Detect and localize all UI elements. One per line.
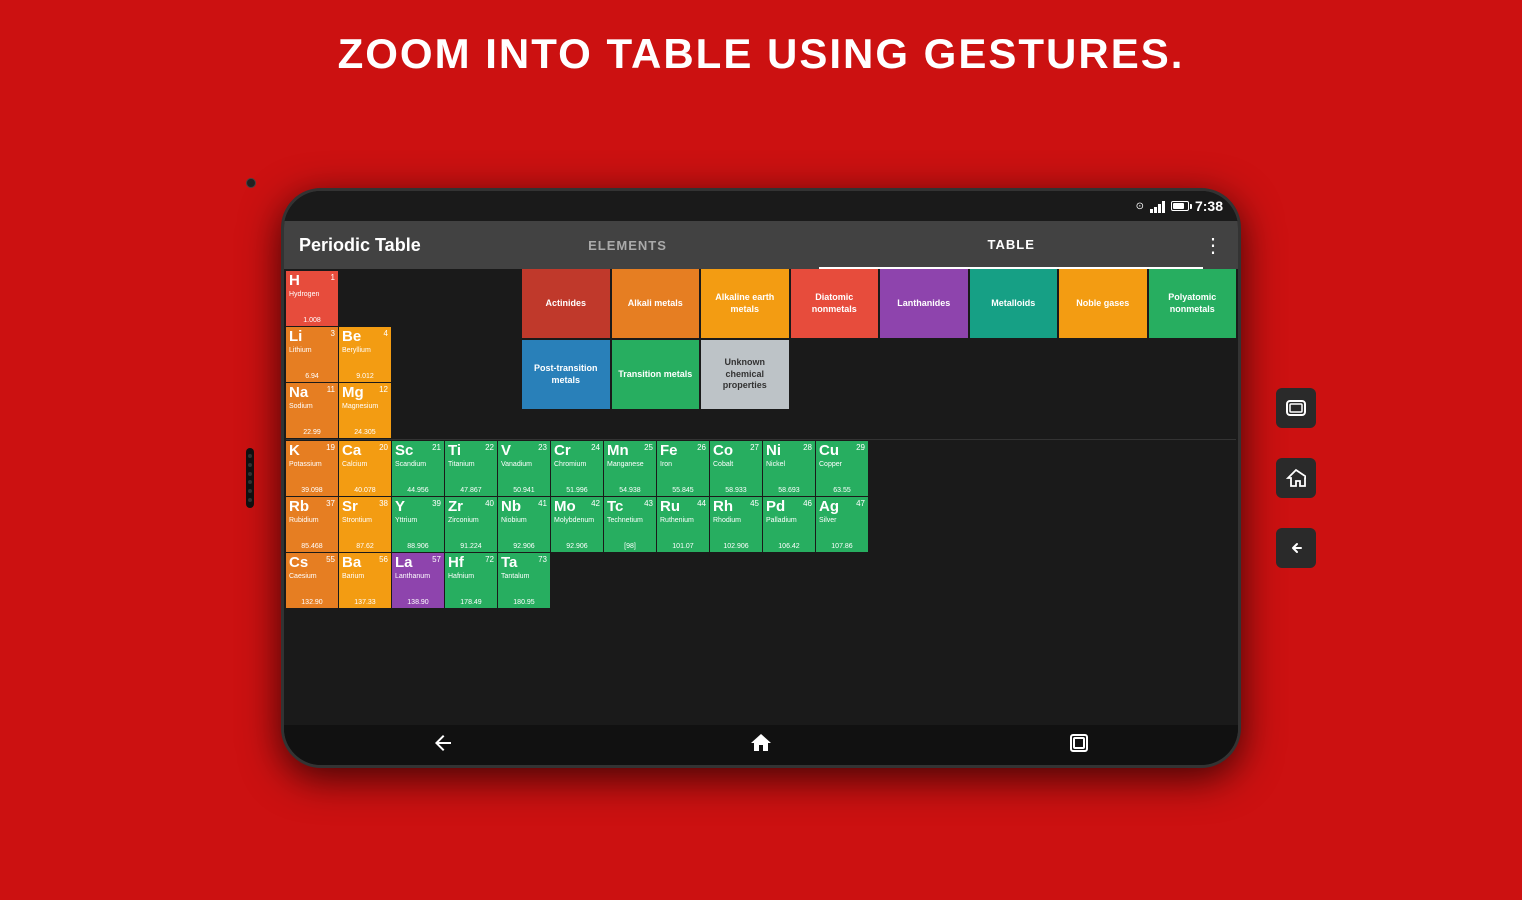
legend-diatomic[interactable]: Diatomic nonmetals — [791, 269, 879, 338]
status-icons: ⊙ 7:38 — [1136, 198, 1223, 214]
tab-elements[interactable]: ELEMENTS — [436, 221, 820, 269]
legend-alkali-metals[interactable]: Alkali metals — [612, 269, 700, 338]
element-Y[interactable]: Y 39 Yttrium 88.906 — [392, 497, 444, 552]
legend-transition[interactable]: Transition metals — [612, 340, 700, 409]
home-side-button[interactable] — [1276, 458, 1316, 498]
element-Li[interactable]: Li 3 Lithium 6.94 — [286, 327, 338, 382]
phone-wrapper: ⊙ 7:38 Periodic Table ELEMENTS — [261, 98, 1261, 858]
element-Cs[interactable]: Cs 55 Caesium 132.90 — [286, 553, 338, 608]
element-Ni[interactable]: Ni 28 Nickel 58.693 — [763, 441, 815, 496]
tab-table[interactable]: TABLE — [819, 221, 1203, 269]
element-Rh[interactable]: Rh 45 Rhodium 102.906 — [710, 497, 762, 552]
tab-bar: ELEMENTS TABLE — [436, 221, 1203, 269]
legend-actinides[interactable]: Actinides — [522, 269, 610, 338]
recents-side-button[interactable] — [1276, 388, 1316, 428]
element-K[interactable]: K 19 Potassium 39.098 — [286, 441, 338, 496]
element-La[interactable]: La 57 Lanthanum 138.90 — [392, 553, 444, 608]
element-Ca[interactable]: Ca 20 Calcium 40.078 — [339, 441, 391, 496]
back-side-button[interactable] — [1276, 528, 1316, 568]
signal-icon — [1150, 199, 1165, 213]
element-row-4: K 19 Potassium 39.098 Ca 20 Calcium 40.0… — [286, 441, 1236, 496]
legend-polyatomic[interactable]: Polyatomic nonmetals — [1149, 269, 1237, 338]
element-Pd[interactable]: Pd 46 Palladium 106.42 — [763, 497, 815, 552]
element-Fe[interactable]: Fe 26 Iron 55.845 — [657, 441, 709, 496]
phone-side-nav — [1276, 388, 1316, 568]
legend-noble-gases[interactable]: Noble gases — [1059, 269, 1147, 338]
battery-icon — [1171, 201, 1189, 211]
element-Sc[interactable]: Sc 21 Scandium 44.956 — [392, 441, 444, 496]
legend-grid: Actinides Alkali metals Alkaline earth m… — [522, 269, 1236, 409]
menu-button[interactable]: ⋮ — [1203, 233, 1223, 258]
element-Ti[interactable]: Ti 22 Titanium 47.867 — [445, 441, 497, 496]
app-title: Periodic Table — [299, 235, 421, 256]
periodic-table-container: Actinides Alkali metals Alkaline earth m… — [284, 269, 1238, 759]
element-V[interactable]: V 23 Vanadium 50.941 — [498, 441, 550, 496]
status-bar: ⊙ 7:38 — [284, 191, 1238, 221]
power-button[interactable] — [1238, 321, 1241, 381]
element-Mo[interactable]: Mo 42 Molybdenum 92.906 — [551, 497, 603, 552]
element-Ru[interactable]: Ru 44 Ruthenium 101.07 — [657, 497, 709, 552]
element-Co[interactable]: Co 27 Cobalt 58.933 — [710, 441, 762, 496]
legend-empty — [791, 340, 879, 409]
page-title: ZOOM INTO TABLE USING GESTURES. — [338, 30, 1185, 78]
element-Mg[interactable]: Mg 12 Magnesium 24.305 — [339, 383, 391, 438]
status-time: 7:38 — [1195, 198, 1223, 214]
app-bar: Periodic Table ELEMENTS TABLE ⋮ — [284, 221, 1238, 269]
legend-metalloids[interactable]: Metalloids — [970, 269, 1058, 338]
element-Rb[interactable]: Rb 37 Rubidium 85.468 — [286, 497, 338, 552]
element-row-5: Rb 37 Rubidium 85.468 Sr 38 Strontium 87… — [286, 497, 1236, 552]
element-row-6: Cs 55 Caesium 132.90 Ba 56 Barium 137.33… — [286, 553, 1236, 608]
element-Ag[interactable]: Ag 47 Silver 107.86 — [816, 497, 868, 552]
recents-button[interactable] — [1067, 731, 1091, 760]
element-Cr[interactable]: Cr 24 Chromium 51.996 — [551, 441, 603, 496]
element-Mn[interactable]: Mn 25 Manganese 54.938 — [604, 441, 656, 496]
legend-post-transition[interactable]: Post-transition metals — [522, 340, 610, 409]
legend-alkaline-earth[interactable]: Alkaline earth metals — [701, 269, 789, 338]
back-button[interactable] — [431, 731, 455, 760]
element-Ta[interactable]: Ta 73 Tantalum 180.95 — [498, 553, 550, 608]
element-H[interactable]: H 1 Hydrogen 1.008 — [286, 271, 338, 326]
element-Be[interactable]: Be 4 Beryllium 9.012 — [339, 327, 391, 382]
element-Nb[interactable]: Nb 41 Niobium 92.906 — [498, 497, 550, 552]
phone-body: ⊙ 7:38 Periodic Table ELEMENTS — [281, 188, 1241, 768]
home-button[interactable] — [749, 731, 773, 760]
element-Sr[interactable]: Sr 38 Strontium 87.62 — [339, 497, 391, 552]
element-Zr[interactable]: Zr 40 Zirconium 91.224 — [445, 497, 497, 552]
settings-icon: ⊙ — [1136, 201, 1144, 212]
volume-up-button[interactable] — [281, 311, 284, 351]
phone-nav-bar — [284, 725, 1238, 765]
element-Na[interactable]: Na 11 Sodium 22.99 — [286, 383, 338, 438]
element-Hf[interactable]: Hf 72 Hafnium 178.49 — [445, 553, 497, 608]
volume-down-button[interactable] — [281, 361, 284, 401]
camera-dot — [246, 178, 256, 188]
element-Cu[interactable]: Cu 29 Copper 63.55 — [816, 441, 868, 496]
headphone-jack — [721, 188, 801, 191]
speaker-grille — [246, 448, 254, 508]
legend-lanthanides[interactable]: Lanthanides — [880, 269, 968, 338]
element-Ba[interactable]: Ba 56 Barium 137.33 — [339, 553, 391, 608]
legend-unknown[interactable]: Unknown chemical properties — [701, 340, 789, 409]
element-Tc[interactable]: Tc 43 Technetium [98] — [604, 497, 656, 552]
